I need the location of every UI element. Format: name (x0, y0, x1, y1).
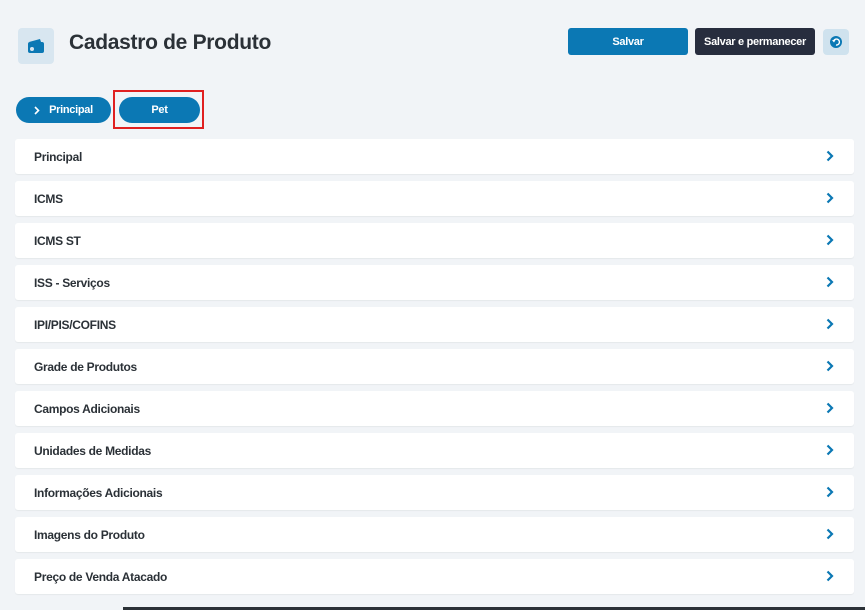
undo-icon (829, 35, 843, 49)
chevron-right-icon (826, 234, 834, 246)
section-label: ICMS ST (34, 234, 81, 248)
section-unidades-de-medidas[interactable]: Unidades de Medidas (15, 433, 854, 468)
section-label: ISS - Serviços (34, 276, 110, 290)
section-ipi-pis-cofins[interactable]: IPI/PIS/COFINS (15, 307, 854, 342)
section-label: Informações Adicionais (34, 486, 163, 500)
section-preco-de-venda-atacado[interactable]: Preço de Venda Atacado (15, 559, 854, 594)
chevron-right-icon (826, 276, 834, 288)
section-informacoes-adicionais[interactable]: Informações Adicionais (15, 475, 854, 510)
chevron-right-icon (826, 570, 834, 582)
page-title: Cadastro de Produto (69, 31, 271, 54)
chevron-right-icon (826, 360, 834, 372)
chevron-right-icon (826, 318, 834, 330)
page-header: Cadastro de Produto Salvar Salvar e perm… (0, 0, 865, 90)
section-label: Preço de Venda Atacado (34, 570, 168, 584)
chevron-right-icon (826, 444, 834, 456)
section-label: Imagens do Produto (34, 528, 145, 542)
tab-principal[interactable]: Principal (16, 97, 111, 123)
section-label: IPI/PIS/COFINS (34, 318, 116, 332)
section-label: Principal (34, 150, 82, 164)
chevron-right-icon (826, 528, 834, 540)
highlight-box (113, 90, 204, 129)
section-grade-de-produtos[interactable]: Grade de Produtos (15, 349, 854, 384)
chevron-right-icon (826, 150, 834, 162)
section-icms[interactable]: ICMS (15, 181, 854, 216)
save-and-stay-button[interactable]: Salvar e permanecer (695, 28, 815, 55)
chevron-right-icon (826, 402, 834, 414)
section-iss-servicos[interactable]: ISS - Serviços (15, 265, 854, 300)
chevron-right-icon (826, 192, 834, 204)
chevron-right-icon (34, 105, 40, 115)
back-button[interactable] (823, 29, 849, 55)
section-label: Campos Adicionais (34, 402, 140, 416)
wallet-icon (18, 28, 54, 64)
section-principal[interactable]: Principal (15, 139, 854, 174)
tab-principal-label: Principal (49, 104, 93, 116)
section-label: ICMS (34, 192, 63, 206)
section-imagens-do-produto[interactable]: Imagens do Produto (15, 517, 854, 552)
section-label: Grade de Produtos (34, 360, 137, 374)
section-label: Unidades de Medidas (34, 444, 151, 458)
chevron-right-icon (826, 486, 834, 498)
section-list: Principal ICMS ICMS ST ISS - Serviços IP… (15, 139, 854, 601)
section-icms-st[interactable]: ICMS ST (15, 223, 854, 258)
section-campos-adicionais[interactable]: Campos Adicionais (15, 391, 854, 426)
save-button[interactable]: Salvar (568, 28, 688, 55)
